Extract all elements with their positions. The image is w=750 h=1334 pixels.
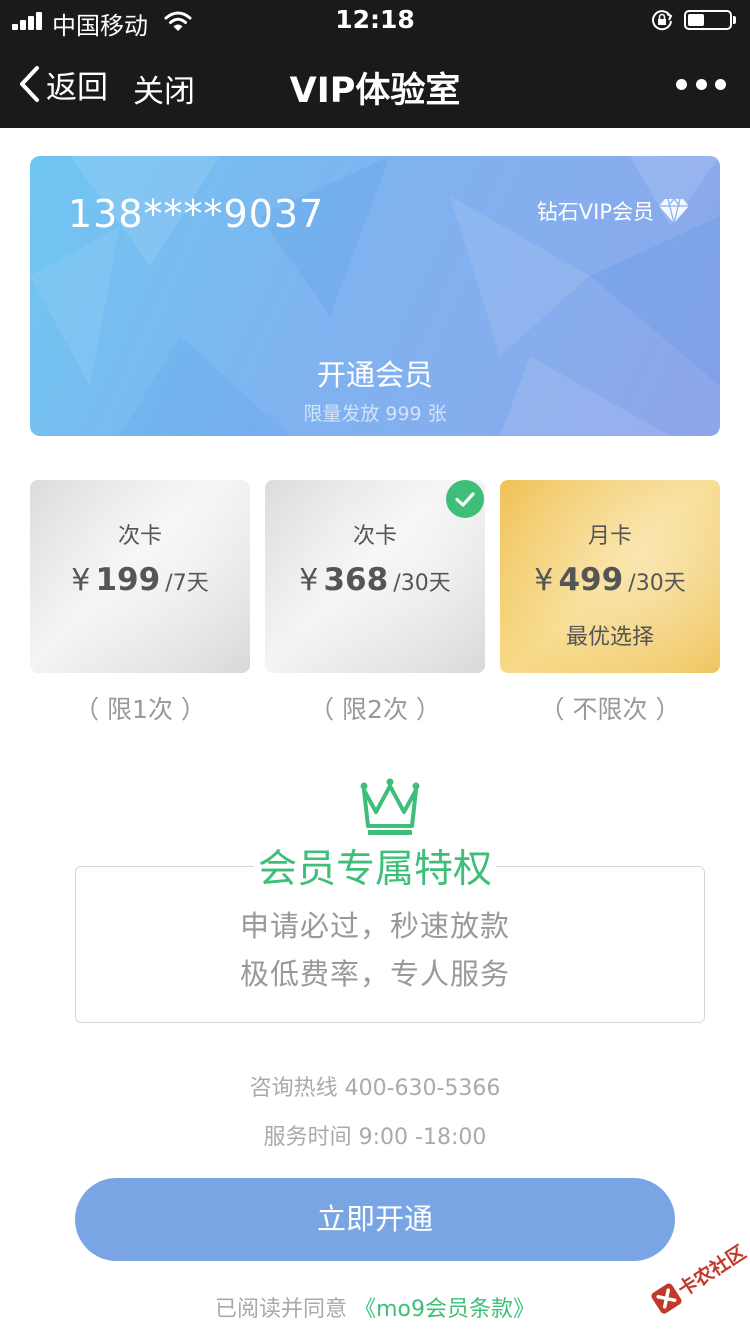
orientation-lock-icon xyxy=(652,10,673,31)
plan-name: 次卡 xyxy=(117,524,162,549)
plan-usage-limit: （ 不限次 ） xyxy=(539,695,681,724)
open-membership-label: 开通会员 xyxy=(316,358,433,392)
diamond-icon xyxy=(659,198,689,224)
plan-card-3[interactable]: 月卡 ¥ 499 /30天 最优选择 xyxy=(500,480,720,673)
privileges-title-text: 会员专属特权 xyxy=(253,847,496,892)
plan-card-1[interactable]: 次卡 ¥ 199 /7天 xyxy=(30,480,250,673)
price-period: /7天 xyxy=(165,571,209,596)
price-period: /30天 xyxy=(628,571,686,596)
currency-symbol: ¥ xyxy=(299,563,319,598)
service-hours-text: 服务时间 9:00 -18:00 xyxy=(263,1125,487,1150)
plan-price: ¥ 499 /30天 xyxy=(500,562,720,598)
crown-icon xyxy=(360,778,420,835)
battery-icon xyxy=(684,10,732,30)
chevron-left-icon xyxy=(20,66,39,102)
page-title: VIP体验室 xyxy=(289,71,461,111)
plan-price: ¥ 199 /7天 xyxy=(30,562,250,598)
privilege-line-2: 极低费率，专人服务 xyxy=(239,957,510,991)
price-period: /30天 xyxy=(393,571,451,596)
member-level: 钻石VIP会员 xyxy=(537,196,690,226)
currency-symbol: ¥ xyxy=(71,563,91,598)
privileges-title: 会员专属特权 xyxy=(0,838,750,894)
agreement-prefix: 已阅读并同意 xyxy=(215,1297,348,1322)
best-choice-badge: 最优选择 xyxy=(565,625,654,650)
plan-name: 月卡 xyxy=(587,524,632,549)
clock: 12:18 xyxy=(335,5,415,34)
currency-symbol: ¥ xyxy=(534,563,554,598)
limited-issue-text: 限量发放 999 张 xyxy=(303,403,447,425)
activate-now-button[interactable]: 立即开通 xyxy=(75,1178,675,1261)
battery-fill xyxy=(688,14,704,26)
plan-price: ¥ 368 /30天 xyxy=(265,562,485,598)
price-amount: 199 xyxy=(95,562,161,598)
plan-usage-limit: （ 限1次 ） xyxy=(74,695,206,724)
selected-check-icon xyxy=(446,480,484,518)
member-terms-link[interactable]: 《mo9会员条款》 xyxy=(354,1297,535,1322)
phone-number: 138****9037 xyxy=(68,192,325,236)
hotline-text: 咨询热线 400-630-5366 xyxy=(249,1076,501,1101)
back-label: 返回 xyxy=(46,69,108,106)
price-amount: 499 xyxy=(558,562,624,598)
status-bar: 中国移动 12:18 xyxy=(0,0,750,40)
close-button[interactable]: 关闭 xyxy=(133,66,195,111)
plan-name: 次卡 xyxy=(352,524,397,549)
privilege-line-1: 申请必过，秒速放款 xyxy=(239,909,510,943)
plan-usage-limit: （ 限2次 ） xyxy=(309,695,441,724)
agreement-text: 已阅读并同意 《mo9会员条款》 xyxy=(0,1291,750,1323)
member-card: 138****9037 钻石VIP会员 开通会员 限量发放 999 张 xyxy=(30,156,720,436)
nav-bar: 返回 关闭 VIP体验室 xyxy=(0,40,750,128)
battery-tip xyxy=(733,16,736,24)
price-amount: 368 xyxy=(323,562,389,598)
more-icon[interactable] xyxy=(676,74,726,94)
member-level-label: 钻石VIP会员 xyxy=(536,200,654,224)
back-button[interactable]: 返回 xyxy=(18,62,108,106)
